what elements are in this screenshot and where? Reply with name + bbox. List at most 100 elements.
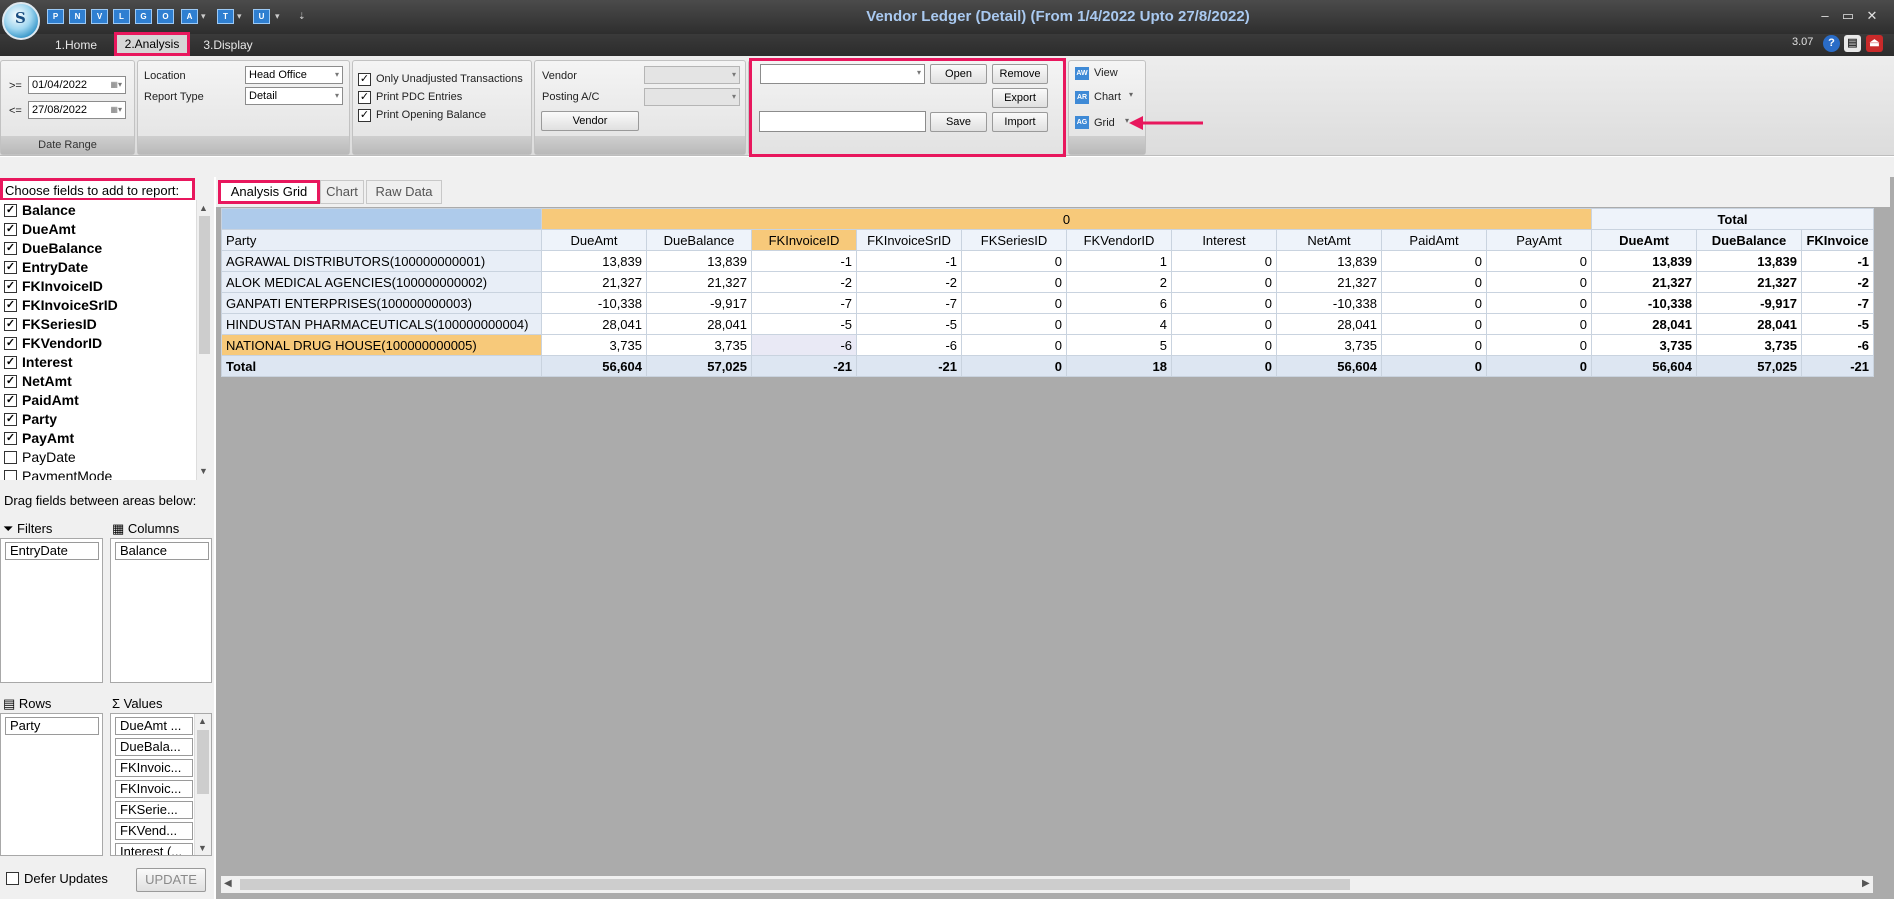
to-date-field[interactable]: 27/08/2022 ▦▾ — [28, 101, 126, 119]
value-cell[interactable]: 56,604 — [541, 355, 647, 377]
grid-button[interactable]: Grid — [1094, 117, 1115, 129]
total-value-cell[interactable]: 28,041 — [1591, 313, 1697, 335]
value-cell[interactable]: 13,839 — [541, 250, 647, 272]
value-cell[interactable]: 0 — [1486, 292, 1592, 314]
total-value-cell[interactable]: -9,917 — [1696, 292, 1802, 314]
value-chip[interactable]: DueBala... — [115, 738, 193, 756]
print-pdc-checkbox[interactable]: ✓ — [358, 91, 371, 104]
maximize-icon[interactable]: ▭ — [1838, 8, 1858, 24]
help-icon[interactable]: ? — [1823, 35, 1840, 52]
column-header[interactable]: NetAmt — [1276, 229, 1382, 251]
filter-chip-entrydate[interactable]: EntryDate — [5, 542, 99, 560]
tab-display[interactable]: 3.Display — [196, 34, 260, 56]
update-button[interactable]: UPDATE — [136, 868, 206, 892]
value-cell[interactable]: -2 — [751, 271, 857, 293]
column-header[interactable]: FKVendorID — [1066, 229, 1172, 251]
value-cell[interactable]: -10,338 — [1276, 292, 1382, 314]
value-cell[interactable]: -7 — [856, 292, 962, 314]
chevron-down-icon[interactable]: ▾ — [732, 67, 736, 83]
value-chip[interactable]: FKInvoic... — [115, 780, 193, 798]
columns-area[interactable]: Balance — [110, 538, 212, 683]
field-list[interactable]: ✓ Balance ✓ DueAmt ✓ DueBalance ✓ EntryDate … — [0, 200, 212, 480]
value-cell[interactable]: 18 — [1066, 355, 1172, 377]
field-item-paydate[interactable]: PayDate — [4, 448, 76, 467]
field-item-entrydate[interactable]: ✓ EntryDate — [4, 258, 88, 277]
value-cell[interactable]: 2 — [1066, 271, 1172, 293]
remove-button[interactable]: Remove — [992, 64, 1048, 84]
field-checkbox[interactable]: ✓ — [4, 393, 17, 407]
value-cell[interactable]: 57,025 — [646, 355, 752, 377]
value-cell[interactable]: 21,327 — [541, 271, 647, 293]
value-chip[interactable]: Interest (... — [115, 843, 193, 855]
tab-raw-data[interactable]: Raw Data — [366, 180, 442, 204]
app-logo-icon[interactable]: S — [2, 2, 40, 40]
value-cell[interactable]: -10,338 — [541, 292, 647, 314]
calendar-dropdown-icon[interactable]: ▦▾ — [110, 77, 122, 93]
total-row-label[interactable]: Total — [221, 355, 542, 377]
value-cell[interactable]: 0 — [1171, 271, 1277, 293]
field-item-duebalance[interactable]: ✓ DueBalance — [4, 239, 102, 258]
field-checkbox[interactable] — [4, 450, 17, 464]
total-value-cell[interactable]: -6 — [1801, 334, 1874, 356]
value-chip[interactable]: FKVend... — [115, 822, 193, 840]
total-value-cell[interactable]: -21 — [1801, 355, 1874, 377]
value-cell[interactable]: 0 — [1171, 250, 1277, 272]
chevron-down-icon[interactable]: ▾ — [917, 65, 921, 81]
value-cell[interactable]: -9,917 — [646, 292, 752, 314]
field-item-netamt[interactable]: ✓ NetAmt — [4, 372, 72, 391]
import-button[interactable]: Import — [992, 112, 1048, 132]
value-chip[interactable]: FKInvoic... — [115, 759, 193, 777]
value-cell[interactable]: 0 — [1486, 313, 1592, 335]
table-row[interactable]: NATIONAL DRUG HOUSE(100000000005) 3,735 3,… — [221, 334, 1874, 356]
column-header[interactable]: Interest — [1171, 229, 1277, 251]
value-cell[interactable]: -1 — [751, 250, 857, 272]
minimize-icon[interactable]: – — [1815, 8, 1835, 23]
party-cell[interactable]: ALOK MEDICAL AGENCIES(100000000002) — [221, 271, 542, 293]
chevron-down-icon[interactable]: ▾ — [732, 89, 736, 105]
value-cell[interactable]: -6 — [856, 334, 962, 356]
total-group-header[interactable]: Total — [1591, 208, 1874, 230]
save-button[interactable]: Save — [930, 112, 987, 132]
value-cell[interactable]: 0 — [1486, 334, 1592, 356]
field-list-scroll-thumb[interactable] — [199, 216, 210, 354]
value-cell[interactable]: 28,041 — [1276, 313, 1382, 335]
field-item-dueamt[interactable]: ✓ DueAmt — [4, 220, 76, 239]
value-cell[interactable]: 3,735 — [646, 334, 752, 356]
value-cell[interactable]: 0 — [1381, 271, 1487, 293]
field-checkbox[interactable]: ✓ — [4, 374, 17, 388]
vendor-select[interactable]: ▾ — [644, 66, 740, 84]
calendar-dropdown-icon[interactable]: ▦▾ — [110, 102, 122, 118]
value-cell[interactable]: 6 — [1066, 292, 1172, 314]
total-value-cell[interactable]: -1 — [1801, 250, 1874, 272]
total-value-cell[interactable]: 13,839 — [1591, 250, 1697, 272]
party-cell[interactable]: HINDUSTAN PHARMACEUTICALS(100000000004) — [221, 313, 542, 335]
table-row[interactable]: AGRAWAL DISTRIBUTORS(100000000001) 13,839… — [221, 250, 1874, 272]
tab-analysis-grid[interactable]: Analysis Grid — [218, 180, 320, 204]
value-cell[interactable]: 0 — [961, 313, 1067, 335]
value-cell[interactable]: 0 — [1381, 334, 1487, 356]
value-cell[interactable]: 0 — [1381, 250, 1487, 272]
rows-area[interactable]: Party — [0, 713, 103, 856]
value-cell[interactable]: 0 — [1486, 271, 1592, 293]
field-checkbox[interactable]: ✓ — [4, 298, 17, 312]
value-cell[interactable]: -1 — [856, 250, 962, 272]
value-cell[interactable]: -21 — [751, 355, 857, 377]
field-checkbox[interactable]: ✓ — [4, 260, 17, 274]
value-cell[interactable]: 0 — [1171, 292, 1277, 314]
field-checkbox[interactable]: ✓ — [4, 336, 17, 350]
field-checkbox[interactable]: ✓ — [4, 355, 17, 369]
field-checkbox[interactable]: ✓ — [4, 222, 17, 236]
layout-name-input[interactable] — [759, 111, 926, 132]
value-cell[interactable]: 0 — [1381, 355, 1487, 377]
value-cell[interactable]: 13,839 — [646, 250, 752, 272]
column-header[interactable]: PaidAmt — [1381, 229, 1487, 251]
total-value-cell[interactable]: 3,735 — [1591, 334, 1697, 356]
field-item-payamt[interactable]: ✓ PayAmt — [4, 429, 74, 448]
defer-updates-checkbox[interactable] — [6, 872, 19, 885]
value-cell[interactable]: 0 — [1171, 313, 1277, 335]
document-icon[interactable]: ▤ — [1844, 35, 1861, 52]
field-item-interest[interactable]: ✓ Interest — [4, 353, 73, 372]
scroll-up-icon[interactable]: ▲ — [198, 716, 207, 726]
location-select[interactable]: Head Office ▾ — [245, 66, 343, 84]
table-row[interactable]: HINDUSTAN PHARMACEUTICALS(100000000004) 2… — [221, 313, 1874, 335]
